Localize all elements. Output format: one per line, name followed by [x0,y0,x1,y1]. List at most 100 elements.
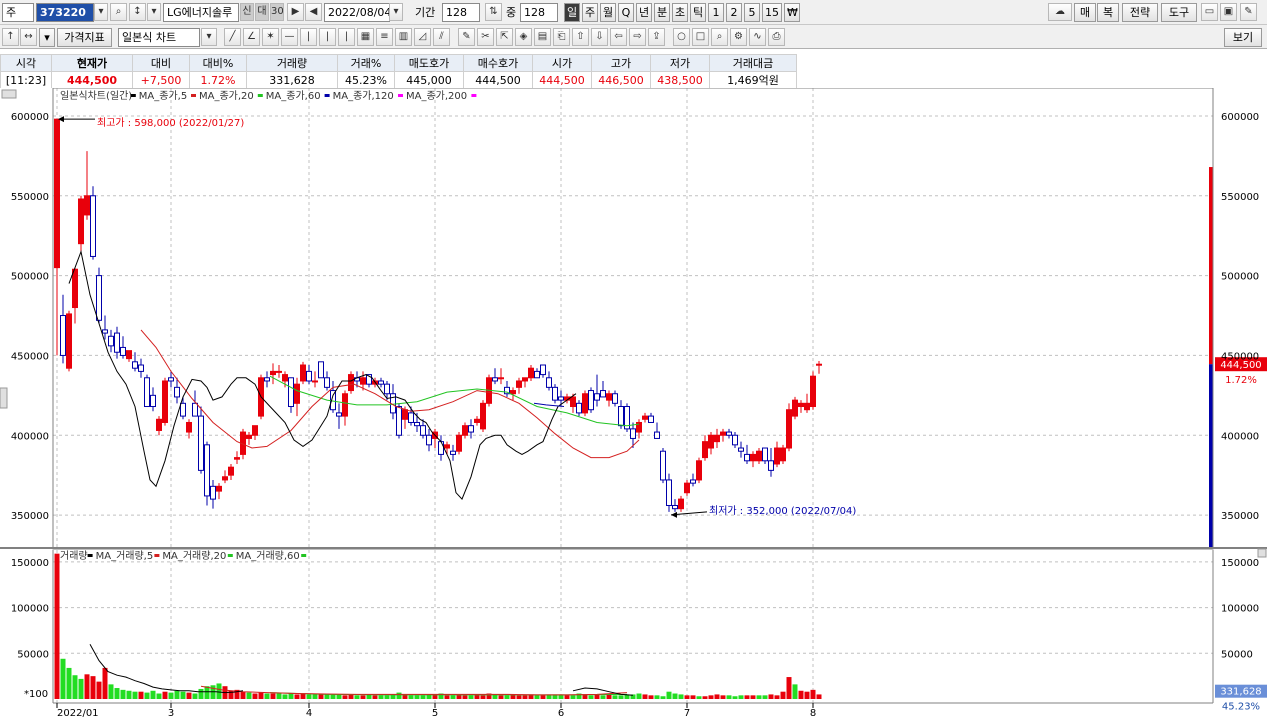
tool-28-icon[interactable]: ⎙ [768,28,785,46]
candle-body [618,406,624,427]
list-dropdown-icon[interactable]: ▾ [147,3,161,21]
tool-6-icon[interactable]: | [338,28,355,46]
chart-type-dropdown-icon[interactable]: ▾ [201,28,217,46]
tool-20-icon[interactable]: ⇦ [610,28,627,46]
tool-7-icon[interactable]: ▦ [357,28,374,46]
right-price-bar-up [1209,167,1213,365]
chart-area[interactable]: 최고가 : 598,000 (2022/01/27) 최저가 : 352,000 … [0,88,1267,722]
timeframe-0[interactable]: 일 [564,3,580,22]
sort-icon[interactable]: ↕ [129,3,146,21]
volume-bar [192,693,198,699]
volume-bar [414,695,420,699]
tool-14-icon[interactable]: ⇱ [496,28,513,46]
candle-body [318,361,324,379]
volume-bar [666,691,672,699]
tool-23-icon[interactable]: ○ [673,28,690,46]
timeframe-4[interactable]: 년 [636,3,652,22]
candle-body [336,412,342,417]
candle-body [606,393,612,401]
tool-8-icon[interactable]: ≡ [376,28,393,46]
prev-icon[interactable]: ▶ [287,3,304,21]
timeframe-7[interactable]: 틱 [690,3,706,22]
volume-bar [132,691,138,699]
tool-9-icon[interactable]: ▥ [395,28,412,46]
tool-12-icon[interactable]: ✎ [458,28,475,46]
candle-body [312,380,318,383]
volume-bar [78,678,84,699]
save-icon[interactable]: ▣ [1220,3,1237,21]
current-volume-pct: 45.23% [1222,702,1260,713]
tool-26-icon[interactable]: ⚙ [730,28,747,46]
quote-header-8: 시가 [532,54,592,72]
left-right-icon[interactable]: ↔ [20,28,37,46]
tool-11-icon[interactable]: ⫽ [433,28,450,46]
volume-bar [276,693,282,699]
tool-17-icon[interactable]: ⎗ [553,28,570,46]
cloud-icon[interactable]: ☁ [1048,3,1072,21]
vol-ytick-right: 50000 [1221,649,1253,660]
legend-item: MA_거래량,20 [162,550,226,562]
tool-24-icon[interactable]: □ [692,28,709,46]
volume-bar [144,692,150,699]
timeframe-12[interactable]: ₩ [784,3,800,22]
tool-15-icon[interactable]: ◈ [515,28,532,46]
timeframe-8[interactable]: 1 [708,3,724,22]
code-dropdown-icon[interactable]: ▾ [94,3,108,21]
quote-value-8: 444,500 [532,71,592,89]
stock-name-field[interactable]: LG에너지솔루 [163,3,239,22]
timeframe-11[interactable]: 15 [762,3,782,22]
tool-27-icon[interactable]: ∿ [749,28,766,46]
stock-code-input[interactable]: 373220 [36,3,94,22]
quote-value-2: +7,500 [132,71,190,89]
timeframe-9[interactable]: 2 [726,3,742,22]
chart-type-select[interactable]: 일본식 차트 [118,28,200,47]
search-icon[interactable]: ⌕ [110,3,127,21]
candle-body [798,402,804,408]
tool-3-icon[interactable]: — [281,28,298,46]
tool-10-icon[interactable]: ◿ [414,28,431,46]
tool-21-icon[interactable]: ⇨ [629,28,646,46]
buy-button[interactable]: 매 [1074,3,1096,22]
period-input[interactable]: 128 [442,3,480,22]
tool-5-icon[interactable]: | [319,28,336,46]
tool-19-icon[interactable]: ⇩ [591,28,608,46]
timeframe-10[interactable]: 5 [744,3,760,22]
market-select[interactable]: 주 [2,3,34,22]
wrench-icon[interactable]: ✎ [1240,3,1257,21]
copy-button[interactable]: 복 [1097,3,1119,22]
timeframe-5[interactable]: 분 [654,3,670,22]
volume-bar [168,692,174,699]
tool-1-icon[interactable]: ∠ [243,28,260,46]
tool-16-icon[interactable]: ▤ [534,28,551,46]
timeframe-2[interactable]: 월 [600,3,616,22]
folder-icon[interactable]: ▭ [1201,3,1218,21]
low-label: 최저가 : 352,000 (2022/07/04) [709,505,856,517]
volume-bar [498,695,504,699]
tool-13-icon[interactable]: ✂ [477,28,494,46]
up-arrow-icon[interactable]: ↑ [2,28,19,46]
view-button[interactable]: 보기 [1224,28,1262,47]
candle-body [420,425,426,436]
scale-icon[interactable]: ⇅ [485,3,502,21]
timeframe-3[interactable]: Q [618,3,634,22]
tool-0-icon[interactable]: ╱ [224,28,241,46]
strategy-button[interactable]: 전략 [1122,3,1158,22]
timeframe-1[interactable]: 주 [582,3,598,22]
date-field[interactable]: 2022/08/04 [324,3,390,22]
tool-25-icon[interactable]: ⌕ [711,28,728,46]
tools-button[interactable]: 도구 [1161,3,1197,22]
candle-body [678,498,684,510]
zoom-input[interactable]: 128 [520,3,558,22]
timeframe-6[interactable]: 초 [672,3,688,22]
tool-4-icon[interactable]: | [300,28,317,46]
tool-22-icon[interactable]: ⇪ [648,28,665,46]
tool-18-icon[interactable]: ⇧ [572,28,589,46]
dropdown-icon[interactable]: ▾ [39,28,55,47]
legend-swatch [257,94,263,97]
legend-item: MA_종가,200 [406,90,467,102]
next-icon[interactable]: ◀ [305,3,322,21]
volume-bar [72,675,78,699]
date-dropdown-icon[interactable]: ▾ [389,3,403,21]
indicator-button[interactable]: 가격지표 [57,28,112,47]
tool-2-icon[interactable]: ✶ [262,28,279,46]
